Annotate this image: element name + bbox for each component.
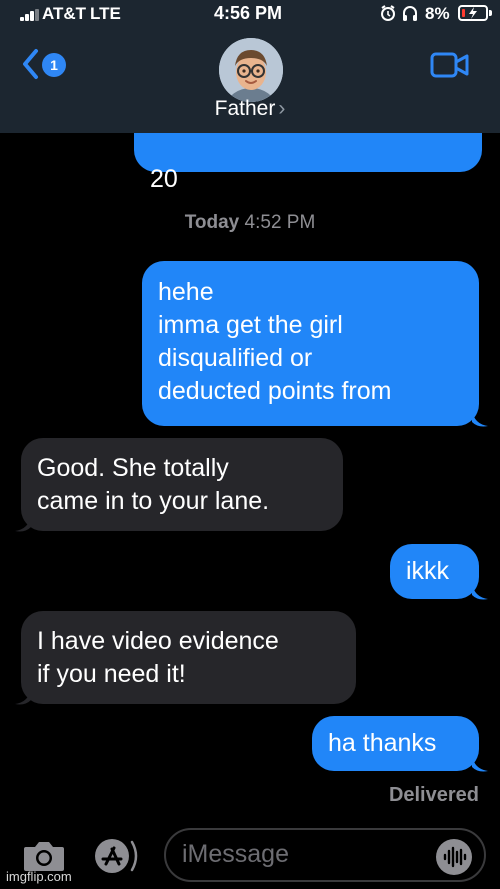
timestamp-time: 4:52 PM (244, 212, 316, 233)
battery-cap (489, 10, 492, 16)
signal-icon (20, 9, 40, 21)
unread-badge[interactable]: 1 (42, 53, 66, 77)
bubble-tail (15, 515, 31, 532)
camera-icon[interactable] (22, 839, 66, 873)
message-bubble-incoming[interactable]: I have video evidence if you need it! (21, 611, 356, 704)
contact-name: Father (214, 97, 276, 120)
bubble-tail (472, 755, 488, 772)
contact-name-button[interactable]: Father › (150, 97, 350, 121)
alarm-icon (381, 5, 395, 21)
timestamp-day: Today (184, 212, 240, 233)
headphones-icon (403, 6, 417, 21)
app-store-icon[interactable] (92, 836, 144, 876)
memoji-avatar-icon (219, 38, 283, 102)
message-bubble-incoming[interactable]: Good. She totally came in to your lane. (21, 438, 343, 531)
message-input-placeholder: iMessage (182, 840, 289, 868)
battery-charging-icon (458, 5, 488, 21)
message-bubble-outgoing[interactable]: ikkk (390, 544, 479, 599)
message-text: 20 (150, 165, 178, 193)
audio-waveform-icon[interactable] (435, 838, 473, 876)
message-bubble-outgoing[interactable]: hehe imma get the girl disqualified or d… (142, 261, 479, 426)
timestamp: Today 4:52 PM (0, 212, 500, 234)
watermark: imgflip.com (6, 869, 72, 884)
status-time: 4:56 PM (214, 3, 283, 23)
network-label: LTE (90, 4, 121, 23)
delivered-status: Delivered (388, 784, 479, 806)
battery-percent: 8% (425, 4, 450, 23)
carrier-label: AT&T (42, 4, 87, 23)
bubble-tail (15, 688, 31, 705)
message-bubble-outgoing[interactable]: ha thanks (312, 716, 479, 771)
video-call-icon[interactable] (430, 52, 470, 78)
chevron-right-icon: › (278, 97, 286, 120)
bubble-tail (472, 410, 488, 427)
back-chevron-icon[interactable] (20, 48, 42, 80)
bubble-tail (472, 583, 488, 600)
contact-avatar[interactable] (219, 38, 283, 102)
